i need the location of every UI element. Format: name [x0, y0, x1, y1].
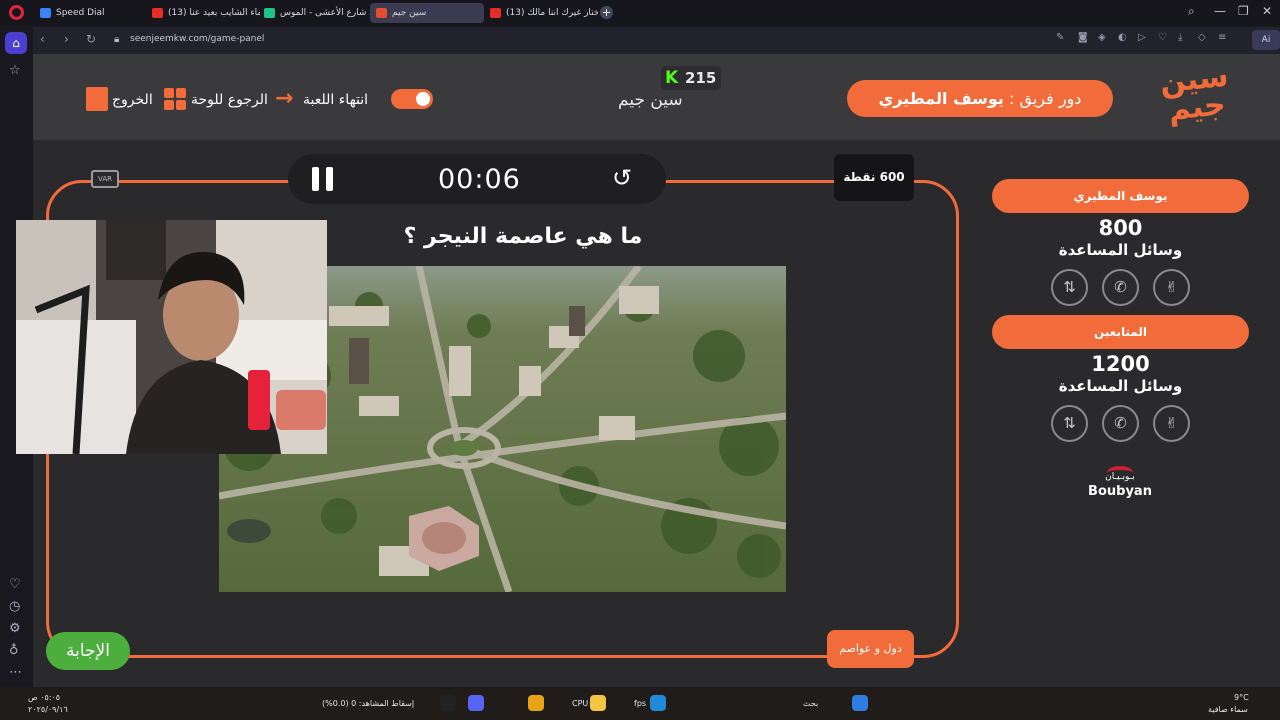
team-turn-pill: دور فريق : يوسف المطيري: [847, 80, 1113, 117]
download-icon[interactable]: ⤓: [1178, 32, 1182, 43]
question-points: 600 نقطة: [834, 154, 914, 201]
speed-dial-icon: [40, 8, 51, 18]
turn-team-name: يوسف المطيري: [878, 89, 1004, 108]
toggle-knob: [416, 92, 430, 106]
restart-timer-icon[interactable]: ↺: [612, 164, 632, 192]
browser-tab-bar: Speed Dial (13) شيماء الشايب بعيد عنا...…: [0, 0, 1280, 26]
timer-bar: 00:06 ↺: [288, 154, 666, 204]
forward-arrow-icon[interactable]: ›: [64, 32, 69, 46]
exit-door-icon[interactable]: [86, 87, 108, 111]
folder-icon[interactable]: [590, 695, 606, 711]
heart-icon[interactable]: ♡: [1158, 32, 1167, 43]
url-text: seenjeemkw.com/game-panel: [130, 34, 265, 44]
camera-icon[interactable]: ◙: [1078, 32, 1088, 43]
victory-hand-icon[interactable]: ✌: [1153, 269, 1190, 306]
clock-date[interactable]: ٢٠٢٥/٠٩/١٦: [28, 705, 68, 714]
phone-icon[interactable]: ✆: [1102, 405, 1139, 442]
wallet-icon[interactable]: ◇: [1198, 32, 1206, 43]
new-tab-button[interactable]: +: [600, 6, 613, 19]
opera-logo-icon[interactable]: [9, 5, 24, 20]
reload-icon[interactable]: ↻: [86, 32, 96, 46]
screen: { "browser": { "tabs": [ {"label": "Spee…: [0, 0, 1280, 720]
shield-icon[interactable]: ◈: [1098, 32, 1106, 43]
menu-icon[interactable]: ≡: [1218, 32, 1226, 43]
play-icon[interactable]: ▷: [1138, 32, 1146, 43]
var-icon[interactable]: VAR: [91, 170, 119, 188]
back-to-board-button[interactable]: الرجوع للوحة: [191, 88, 268, 112]
edge-icon[interactable]: [650, 695, 666, 711]
heart-icon[interactable]: ♡: [9, 577, 21, 592]
history-clock-icon[interactable]: ◷: [9, 599, 20, 614]
back-arrow-icon[interactable]: ‹: [40, 32, 45, 46]
settings-gear-icon[interactable]: ⚙: [9, 621, 21, 636]
clock-time[interactable]: ٠٥:٠٥ ص: [28, 693, 60, 702]
seen-jeem-logo: سين جيم: [1158, 58, 1231, 128]
two-hands-icon[interactable]: ⇅: [1051, 405, 1088, 442]
countdown-timer: 00:06: [438, 164, 521, 195]
tab-youtube-1[interactable]: (13) شيماء الشايب بعيد عنا...: [146, 3, 260, 23]
board-grid-icon[interactable]: [164, 88, 186, 110]
windows-taskbar: ٠٥:٠٥ ص ٢٠٢٥/٠٩/١٦ إسقاط المشاهد: 0 (0.0…: [0, 687, 1280, 720]
home-icon[interactable]: ⌂: [5, 32, 27, 54]
end-game-button[interactable]: انتهاء اللعبة: [303, 88, 368, 112]
seen-jeem-icon: [376, 8, 387, 18]
stream-drop-status: إسقاط المشاهد: 0 (0.0%): [322, 699, 415, 708]
team-1-score: 800: [1098, 216, 1143, 240]
streamer-webcam: [16, 220, 327, 454]
vpn-icon[interactable]: ◐: [1118, 32, 1127, 43]
discord-icon[interactable]: [468, 695, 484, 711]
star-icon[interactable]: ☆: [9, 63, 21, 78]
team-1-name: يوسف المطيري: [992, 179, 1249, 213]
kick-icon: K: [665, 68, 679, 88]
game-name: سين جيم: [618, 90, 683, 110]
weather-desc[interactable]: سماء صافية: [1208, 705, 1248, 714]
minimize-button[interactable]: —: [1214, 4, 1226, 18]
aria-ai-button[interactable]: Ai: [1252, 30, 1280, 50]
category-button[interactable]: دول و عواصم: [827, 630, 914, 668]
team-2-name: المتابعين: [992, 315, 1249, 349]
tab-seen-jeem[interactable]: سين جيم: [370, 3, 484, 23]
sound-toggle[interactable]: [391, 89, 433, 109]
lightbulb-icon[interactable]: ♁: [9, 643, 19, 658]
search-tabs-icon[interactable]: ⌕: [1188, 4, 1195, 19]
end-arrow-icon[interactable]: →: [275, 87, 293, 111]
tab-speed-dial[interactable]: Speed Dial: [34, 3, 144, 23]
close-window-button[interactable]: ✕: [1262, 4, 1272, 18]
chrome-icon[interactable]: [528, 695, 544, 711]
victory-hand-icon[interactable]: ✌: [1153, 405, 1190, 442]
search-label[interactable]: بحث: [803, 699, 818, 708]
team-1-aids-label: وسائل المساعدة: [1058, 241, 1183, 259]
shahid-icon: [264, 8, 275, 18]
url-field[interactable]: 🔒︎ seenjeemkw.com/game-panel: [110, 30, 1240, 51]
tiktok-icon[interactable]: [440, 695, 456, 711]
tab-youtube-2[interactable]: (13) راح اختار غيرك اننا مالك...: [484, 3, 598, 23]
maximize-button[interactable]: ❐: [1238, 4, 1249, 18]
team-2-aids-label: وسائل المساعدة: [1058, 377, 1183, 395]
sponsor-logo: بـوبـيـان Boubyan: [1085, 464, 1155, 506]
team-2-score: 1200: [1091, 352, 1150, 376]
exit-button[interactable]: الخروج: [112, 88, 153, 112]
answer-button[interactable]: الإجابة: [46, 632, 130, 670]
kick-viewer-badge: K 215: [661, 66, 721, 90]
question-text: ما هي عاصمة النيجر ؟: [403, 224, 643, 249]
two-hands-icon[interactable]: ⇅: [1051, 269, 1088, 306]
weather-temp[interactable]: 9°C: [1234, 693, 1249, 702]
edit-icon[interactable]: ✎: [1056, 32, 1064, 43]
more-dots-icon[interactable]: ⋯: [9, 665, 22, 680]
windows-start-icon[interactable]: [852, 695, 868, 711]
lock-icon: 🔒︎: [114, 34, 120, 45]
tab-shahid[interactable]: شاهد شارع الأعشى - الموس...: [258, 3, 372, 23]
phone-icon[interactable]: ✆: [1102, 269, 1139, 306]
cpu-label: CPU: [572, 699, 589, 708]
turn-label: دور فريق :: [1009, 89, 1082, 108]
address-bar: ‹ › ↻ 🔒︎ seenjeemkw.com/game-panel ✎ ◙ ◈…: [30, 27, 1280, 54]
game-header: الخروج الرجوع للوحة → انتهاء اللعبة K 21…: [33, 54, 1280, 140]
pause-icon[interactable]: [312, 167, 334, 191]
kick-viewer-count: 215: [685, 69, 717, 87]
youtube-icon: [152, 8, 163, 18]
fps-label: fps: [634, 699, 647, 708]
youtube-icon: [490, 8, 501, 18]
